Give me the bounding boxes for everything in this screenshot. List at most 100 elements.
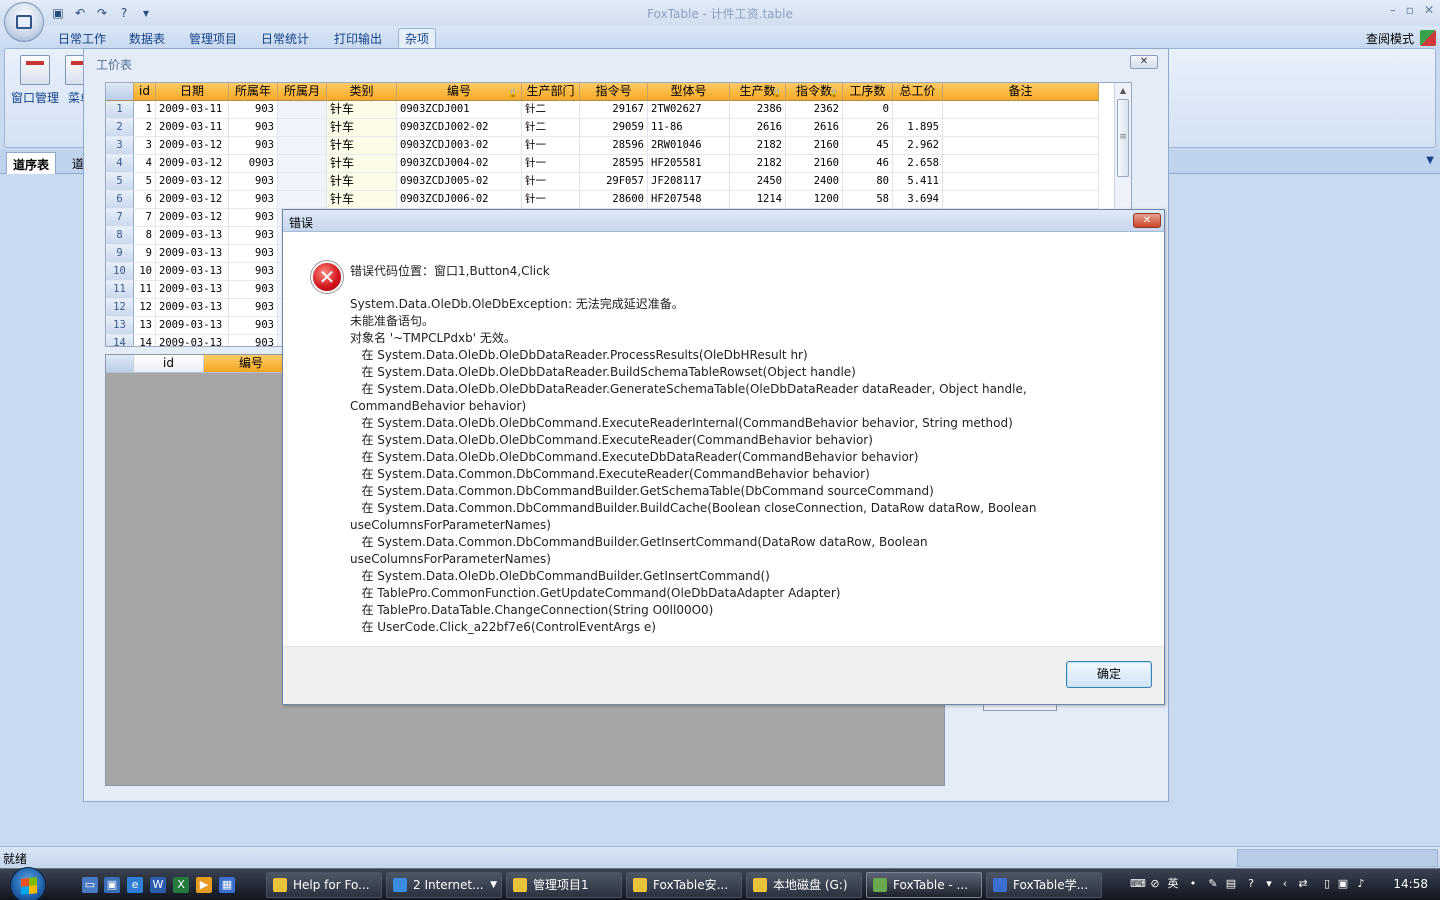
maximize-button[interactable]: ▫ [1406, 3, 1414, 17]
cell-year[interactable]: 903 [229, 263, 278, 281]
cell-note[interactable] [943, 155, 1099, 173]
child-window-close-button[interactable]: ✕ [1130, 55, 1158, 69]
cell-month[interactable] [278, 155, 327, 173]
detail-col-id[interactable]: id [134, 355, 204, 373]
cell-code[interactable]: 0903ZCDJ001 [397, 101, 522, 119]
cell-year[interactable]: 903 [229, 299, 278, 317]
cell-model[interactable]: HF207548 [648, 191, 730, 209]
cell-note[interactable] [943, 173, 1099, 191]
column-header-date[interactable]: 日期 [156, 83, 229, 101]
scroll-up-icon[interactable]: ▲ [1115, 83, 1131, 99]
cell-order-qty[interactable]: 2616 [786, 119, 843, 137]
media-player-icon[interactable]: ▶ [196, 877, 212, 893]
cell-date[interactable]: 2009-03-11 [156, 101, 229, 119]
cell-order[interactable]: 28595 [580, 155, 648, 173]
cell-order[interactable]: 29167 [580, 101, 648, 119]
row-number[interactable]: 2 [106, 119, 134, 137]
cell-date[interactable]: 2009-03-12 [156, 191, 229, 209]
tools-icon[interactable]: ✎ [1206, 877, 1220, 891]
ime-options-icon[interactable]: ▾ [1262, 877, 1276, 891]
internet-explorer-icon[interactable]: e [127, 877, 143, 893]
cell-id[interactable]: 1 [134, 101, 156, 119]
cell-id[interactable]: 7 [134, 209, 156, 227]
cell-month[interactable] [278, 119, 327, 137]
cell-prod[interactable]: 2450 [730, 173, 786, 191]
battery-icon[interactable]: ▯ [1320, 877, 1334, 891]
volume-icon[interactable]: ♪ [1354, 877, 1368, 891]
row-number[interactable]: 1 [106, 101, 134, 119]
cell-model[interactable]: 11-86 [648, 119, 730, 137]
cell-model[interactable]: HF205581 [648, 155, 730, 173]
cell-year[interactable]: 903 [229, 317, 278, 335]
tray-expand-icon[interactable]: ‹ [1278, 877, 1292, 891]
cell-model[interactable]: 2RW01046 [648, 137, 730, 155]
cell-year[interactable]: 903 [229, 335, 278, 346]
cell-month[interactable] [278, 191, 327, 209]
cell-date[interactable]: 2009-03-13 [156, 317, 229, 335]
cell-date[interactable]: 2009-03-13 [156, 299, 229, 317]
taskbar-button[interactable]: 2 Internet... ▼ [386, 872, 502, 898]
cell-id[interactable]: 12 [134, 299, 156, 317]
cell-date[interactable]: 2009-03-13 [156, 335, 229, 346]
column-header-category[interactable]: 类别 [327, 83, 397, 101]
column-header-month[interactable]: 所属月 [278, 83, 327, 101]
row-number[interactable]: 8 [106, 227, 134, 245]
network-icon[interactable]: ⇄ [1296, 877, 1310, 891]
table-row[interactable]: 6 6 2009-03-12 903 针车 0903ZCDJ006-02 针一 28600 HF… [106, 191, 1099, 209]
tab-data-table[interactable]: 数据表 [129, 30, 165, 47]
row-number[interactable]: 7 [106, 209, 134, 227]
cell-dept[interactable]: 针一 [522, 191, 580, 209]
cell-date[interactable]: 2009-03-13 [156, 263, 229, 281]
cell-dept[interactable]: 针一 [522, 155, 580, 173]
ime-help-icon[interactable]: ? [1244, 877, 1258, 891]
cell-code[interactable]: 0903ZCDJ006-02 [397, 191, 522, 209]
column-header-steps[interactable]: 工序数 [843, 83, 893, 101]
tab-daily-stats[interactable]: 日常统计 [261, 30, 309, 47]
cell-category[interactable]: 针车 [327, 137, 397, 155]
scroll-thumb[interactable]: ≡ [1117, 99, 1129, 177]
cell-dept[interactable]: 针二 [522, 119, 580, 137]
display-icon[interactable]: ▣ [1336, 877, 1350, 891]
cell-year[interactable]: 903 [229, 101, 278, 119]
taskbar-button[interactable]: FoxTable安... [626, 872, 742, 898]
cell-year[interactable]: 903 [229, 173, 278, 191]
minimize-button[interactable]: – [1390, 3, 1396, 17]
cell-id[interactable]: 10 [134, 263, 156, 281]
table-row[interactable]: 5 5 2009-03-12 903 针车 0903ZCDJ005-02 针一 29F057 J… [106, 173, 1099, 191]
tab-daily-work[interactable]: 日常工作 [58, 30, 106, 47]
cell-category[interactable]: 针车 [327, 119, 397, 137]
taskbar-button[interactable]: FoxTable学... [986, 872, 1102, 898]
cell-category[interactable]: 针车 [327, 155, 397, 173]
cell-steps[interactable]: 58 [843, 191, 893, 209]
table-row[interactable]: 4 4 2009-03-12 0903 针车 0903ZCDJ004-02 针一 28595 H… [106, 155, 1099, 173]
app-grid-icon[interactable]: ▦ [219, 877, 235, 893]
cell-date[interactable]: 2009-03-12 [156, 173, 229, 191]
ok-button[interactable]: 确定 [1066, 661, 1152, 688]
cell-code[interactable]: 0903ZCDJ003-02 [397, 137, 522, 155]
cell-id[interactable]: 3 [134, 137, 156, 155]
cell-date[interactable]: 2009-03-12 [156, 155, 229, 173]
detail-grid-corner[interactable] [106, 355, 134, 373]
cell-date[interactable]: 2009-03-11 [156, 119, 229, 137]
cell-category[interactable]: 针车 [327, 191, 397, 209]
cell-year[interactable]: 903 [229, 209, 278, 227]
cell-date[interactable]: 2009-03-13 [156, 245, 229, 263]
cell-code[interactable]: 0903ZCDJ004-02 [397, 155, 522, 173]
grid-corner[interactable] [106, 83, 134, 101]
row-number[interactable]: 10 [106, 263, 134, 281]
table-row[interactable]: 3 3 2009-03-12 903 针车 0903ZCDJ003-02 针一 28596 2R… [106, 137, 1099, 155]
cell-year[interactable]: 903 [229, 137, 278, 155]
cell-price[interactable]: 5.411 [893, 173, 943, 191]
tab-manage-project[interactable]: 管理项目 [189, 30, 237, 47]
cell-steps[interactable]: 45 [843, 137, 893, 155]
cell-category[interactable]: 针车 [327, 173, 397, 191]
cell-steps[interactable]: 26 [843, 119, 893, 137]
cell-id[interactable]: 8 [134, 227, 156, 245]
cell-price[interactable] [893, 101, 943, 119]
cell-date[interactable]: 2009-03-12 [156, 209, 229, 227]
cell-id[interactable]: 5 [134, 173, 156, 191]
cell-steps[interactable]: 80 [843, 173, 893, 191]
cell-order[interactable]: 28596 [580, 137, 648, 155]
cell-id[interactable]: 13 [134, 317, 156, 335]
cell-price[interactable]: 3.694 [893, 191, 943, 209]
